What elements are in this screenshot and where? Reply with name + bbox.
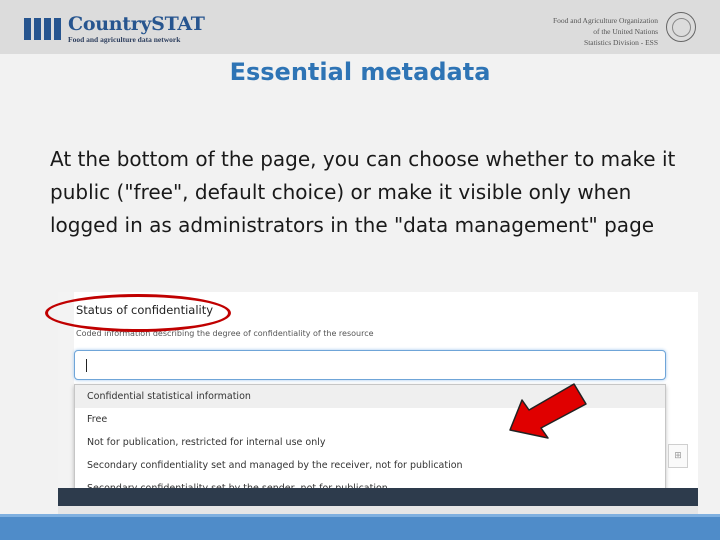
- slide-body-text: At the bottom of the page, you can choos…: [50, 147, 676, 237]
- footer-bar: [0, 514, 720, 540]
- dataset-icon[interactable]: ⊞: [668, 444, 688, 468]
- option-secondary-confidentiality-receiver[interactable]: Secondary confidentiality set and manage…: [75, 454, 665, 477]
- logo-tagline: Food and agriculture data network: [68, 35, 181, 44]
- red-arrow-icon: [509, 383, 587, 439]
- fao-line: Statistics Division - ESS: [584, 38, 658, 47]
- slide-title: Essential metadata: [229, 58, 491, 86]
- confidentiality-select-input[interactable]: [74, 350, 666, 380]
- header-banner: CountrySTAT Food and agriculture data ne…: [0, 0, 720, 54]
- highlight-ellipse: [45, 294, 231, 332]
- fao-seal-icon: [666, 12, 696, 42]
- logo-name: CountrySTAT: [68, 13, 205, 35]
- countrystat-logo-icon: [24, 18, 62, 40]
- text-caret: [86, 359, 87, 372]
- fao-line: Food and Agriculture Organization: [552, 16, 658, 25]
- fao-line: of the United Nations: [593, 27, 658, 36]
- fao-text: Food and Agriculture Organization of the…: [553, 15, 658, 48]
